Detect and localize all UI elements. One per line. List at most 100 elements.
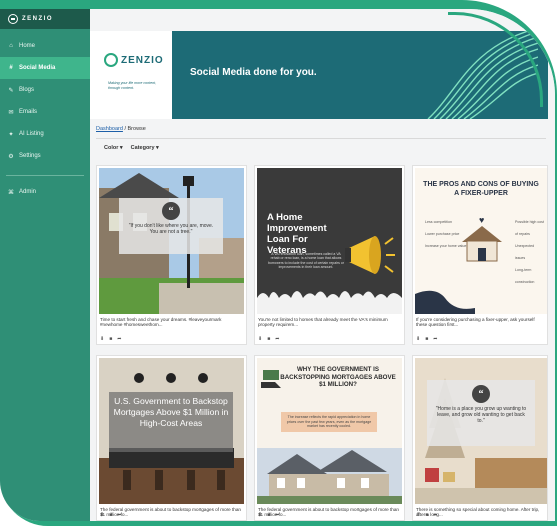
post-actions: ⬇ ■ ➦ — [416, 336, 437, 342]
breadcrumb-current: Browse — [127, 126, 146, 132]
sidebar-item-blogs[interactable]: ✎ Blogs — [0, 79, 90, 101]
hashtag-icon: # — [9, 65, 13, 71]
sidebar-nav: ⌂ Home # Social Media ✎ Blogs ✉ Emails ✦… — [0, 35, 90, 203]
download-icon[interactable]: ⬇ — [416, 512, 420, 518]
money-hand-icon — [261, 370, 281, 388]
copy-icon[interactable]: ■ — [425, 336, 428, 342]
post-image-title: WHY THE GOVERNMENT IS BACKSTOPPING MORTG… — [280, 366, 396, 389]
color-filter-dropdown[interactable]: Color ▾ — [104, 145, 123, 151]
download-icon[interactable]: ⬇ — [100, 512, 104, 518]
download-icon[interactable]: ⬇ — [100, 336, 104, 342]
house-icon: ♥ — [462, 215, 502, 262]
category-filter-label: Category — [130, 145, 155, 151]
crowd-silhouette — [257, 291, 402, 314]
admin-icon: ⌘ — [8, 189, 14, 196]
breadcrumb: Dashboard / Browse — [96, 126, 146, 132]
chevron-down-icon: ▾ — [119, 145, 123, 151]
post-card[interactable]: U.S. Government to Backstop Mortgages Ab… — [96, 355, 247, 521]
filter-bar: Color ▾ Category ▾ — [104, 145, 159, 151]
post-actions: ⬇ ■ ➦ — [258, 512, 279, 518]
share-icon[interactable]: ➦ — [117, 336, 121, 342]
sidebar-item-ai-listing[interactable]: ✦ AI Listing — [0, 123, 90, 145]
post-caption: The federal government is about to backs… — [100, 507, 241, 518]
banner-title: Social Media done for you. — [190, 67, 317, 78]
sidebar-item-label: Blogs — [19, 87, 35, 93]
sidebar-item-label: Settings — [19, 153, 41, 159]
breadcrumb-link-dashboard[interactable]: Dashboard — [96, 126, 123, 132]
sidebar-item-label: Home — [19, 43, 36, 49]
sidebar-item-social-media[interactable]: # Social Media — [0, 57, 90, 79]
chevron-down-icon: ▾ — [156, 145, 159, 151]
sidebar-divider — [6, 175, 84, 176]
sidebar-item-home[interactable]: ⌂ Home — [0, 35, 90, 57]
sidebar-item-label: Emails — [19, 109, 38, 115]
post-card[interactable]: “ "Home is a place you grow up wanting t… — [412, 355, 548, 521]
share-icon[interactable]: ➦ — [275, 336, 279, 342]
post-caption: The federal government is about to backs… — [258, 507, 399, 518]
post-caption: If you're considering purchasing a fixer… — [416, 317, 535, 328]
divider — [96, 138, 546, 139]
quote-icon: “ — [472, 385, 490, 403]
sidebar-logo[interactable]: ZENZIO — [0, 9, 90, 29]
banner-brand-name: ZENZIO — [121, 54, 164, 66]
post-card[interactable]: THE PROS AND CONS OF BUYING A FIXER-UPPE… — [412, 165, 548, 345]
copy-icon[interactable]: ■ — [425, 512, 428, 518]
post-caption: Time to start fresh and chase your dream… — [100, 317, 222, 328]
category-filter-dropdown[interactable]: Category ▾ — [131, 145, 159, 151]
banner-logo: ZENZIO — [104, 53, 164, 67]
post-image[interactable]: U.S. Government to Backstop Mortgages Ab… — [99, 358, 244, 504]
post-image-title: THE PROS AND CONS OF BUYING A FIXER-UPPE… — [423, 181, 539, 197]
zenzio-logo-icon — [8, 14, 18, 24]
post-card[interactable]: WHY THE GOVERNMENT IS BACKSTOPPING MORTG… — [254, 355, 405, 521]
post-image[interactable]: “ "Home is a place you grow up wanting t… — [415, 358, 547, 504]
quote-icon: “ — [162, 202, 180, 220]
mail-icon: ✉ — [8, 109, 14, 116]
post-caption: You're not limited to homes that already… — [258, 317, 388, 328]
share-icon[interactable]: ➦ — [275, 512, 279, 518]
sidebar-item-admin[interactable]: ⌘ Admin — [0, 181, 90, 203]
sidebar: ZENZIO ⌂ Home # Social Media ✎ Blogs ✉ E… — [0, 9, 90, 521]
post-actions: ⬇ ■ ➦ — [258, 336, 279, 342]
post-image[interactable]: WHY THE GOVERNMENT IS BACKSTOPPING MORTG… — [257, 358, 402, 504]
con-label: Unexpected issues — [515, 244, 535, 260]
decorative-wave — [415, 290, 475, 314]
quote-text: "Home is a place you grow up wanting to … — [435, 406, 527, 424]
con-label: Possible high cost of repairs — [515, 220, 544, 236]
post-card[interactable]: “ "If you don't like where you are, move… — [96, 165, 247, 345]
download-icon[interactable]: ⬇ — [416, 336, 420, 342]
download-icon[interactable]: ⬇ — [258, 512, 262, 518]
post-image[interactable]: THE PROS AND CONS OF BUYING A FIXER-UPPE… — [415, 168, 547, 314]
copy-icon[interactable]: ■ — [267, 512, 270, 518]
copy-icon[interactable]: ■ — [109, 336, 112, 342]
copy-icon[interactable]: ■ — [267, 336, 270, 342]
sidebar-item-settings[interactable]: ⚙ Settings — [0, 145, 90, 167]
quote-overlay: “ "If you don't like where you are, move… — [119, 198, 223, 254]
post-card[interactable]: A Home Improvement Loan For Veterans A V… — [254, 165, 405, 345]
ai-icon: ✦ — [8, 131, 14, 138]
post-image[interactable]: “ "If you don't like where you are, move… — [99, 168, 244, 314]
share-icon[interactable]: ➦ — [433, 336, 437, 342]
download-icon[interactable]: ⬇ — [258, 336, 262, 342]
cons-list: Possible high cost of repairs Unexpected… — [515, 216, 545, 288]
banner-tagline: Making your life more content, through c… — [108, 81, 157, 90]
sidebar-item-label: AI Listing — [19, 131, 44, 137]
post-image[interactable]: A Home Improvement Loan For Veterans A V… — [257, 168, 402, 314]
brand-name: ZENZIO — [22, 16, 53, 22]
con-label: Long-term construction — [515, 268, 535, 284]
share-icon[interactable]: ➦ — [433, 512, 437, 518]
sidebar-item-emails[interactable]: ✉ Emails — [0, 101, 90, 123]
banner-logo-panel: ZENZIO Making your life more content, th… — [90, 31, 172, 119]
quote-text: "If you don't like where you are, move. … — [128, 223, 214, 235]
post-image-title: A Home Improvement Loan For Veterans — [267, 212, 327, 256]
post-image-body: The increase reflects the rapid apprecia… — [281, 412, 377, 432]
color-filter-label: Color — [104, 145, 119, 151]
post-actions: ⬇ ■ ➦ — [416, 512, 437, 518]
post-actions: ⬇ ■ ➦ — [100, 512, 121, 518]
svg-text:♥: ♥ — [479, 215, 484, 225]
zenzio-logo-icon — [104, 53, 118, 67]
copy-icon[interactable]: ■ — [109, 512, 112, 518]
post-image-body: A VA renovation loan, sometimes called a… — [268, 252, 344, 270]
quote-overlay: “ "Home is a place you grow up wanting t… — [427, 380, 535, 446]
home-icon: ⌂ — [9, 43, 13, 49]
share-icon[interactable]: ➦ — [117, 512, 121, 518]
